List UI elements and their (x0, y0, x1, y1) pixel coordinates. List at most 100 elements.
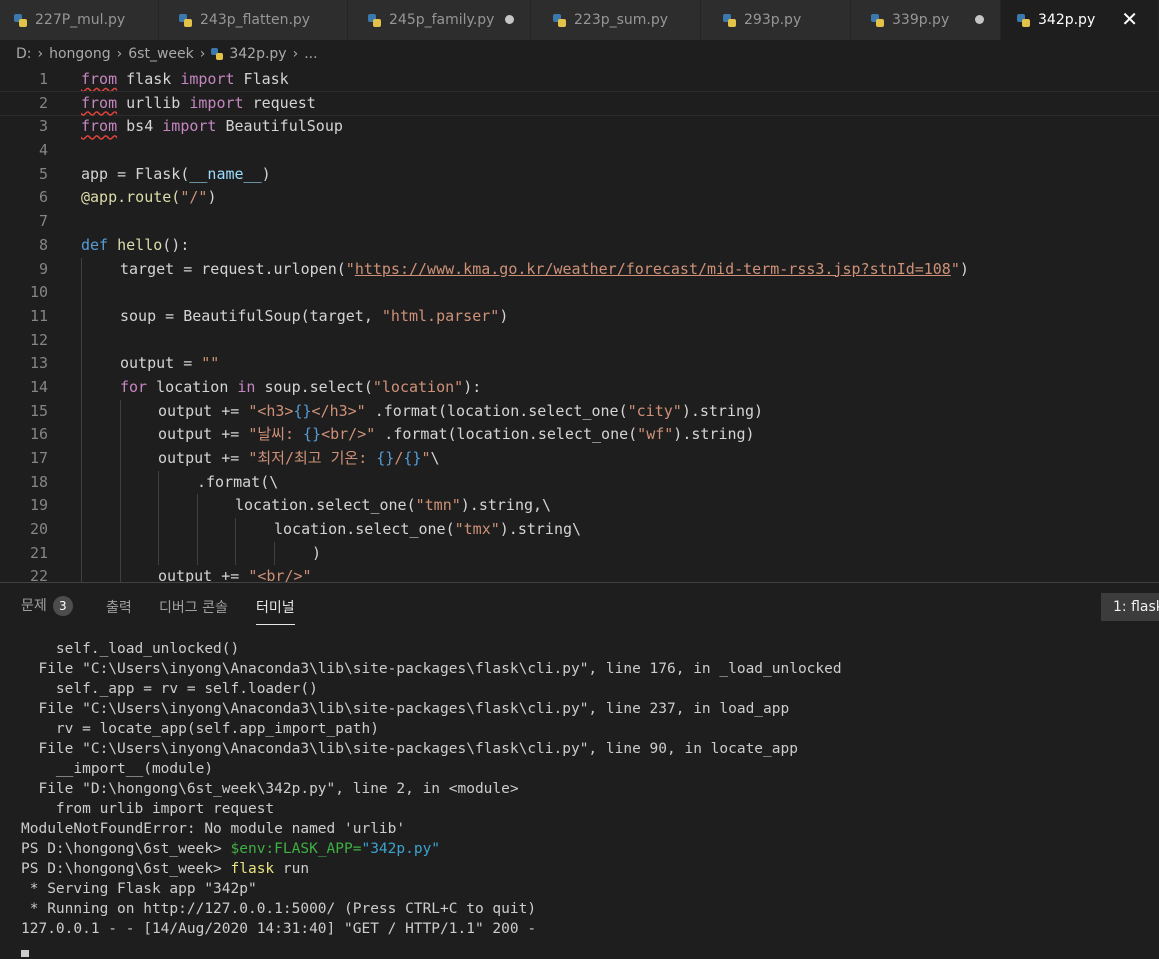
tab-label: 227P_mul.py (35, 12, 126, 28)
terminal-line: rv = locate_app(self.app_import_path) (21, 721, 379, 737)
terminal-prompt-line: PS D:\hongong\6st_week> flask run (21, 861, 310, 877)
line-number: 7 (38, 212, 48, 231)
python-file-icon (1017, 13, 1030, 27)
code-line: 13 output = "" (0, 352, 1159, 376)
terminal-line: File "C:\Users\inyong\Anaconda3\lib\site… (21, 661, 842, 677)
line-number: 9 (38, 259, 48, 278)
python-file-icon (211, 48, 224, 60)
problems-count-badge: 3 (52, 596, 73, 616)
terminal-line: File "C:\Users\inyong\Anaconda3\lib\site… (21, 741, 798, 757)
code-line: 17 output += "최저/최고 기온: {}/{}"\ (0, 447, 1159, 471)
line-number: 18 (29, 472, 48, 491)
tab-problems[interactable]: 문제 3 (21, 595, 73, 616)
code-line: 3 from bs4 import BeautifulSoup (0, 115, 1159, 139)
terminal-line: * Running on http://127.0.0.1:5000/ (Pre… (21, 901, 537, 917)
code-editor[interactable]: 1 from flask import Flask 2 from urllib im… (0, 68, 1159, 582)
chevron-right-icon: › (292, 46, 299, 62)
terminal-line: File "D:\hongong\6st_week\342p.py", line… (21, 781, 519, 797)
python-file-icon (553, 13, 566, 27)
terminal-line: 127.0.0.1 - - [14/Aug/2020 14:31:40] "GE… (21, 921, 537, 937)
code-line: 12 (0, 328, 1159, 353)
code-line: 5 app = Flask(__name__) (0, 163, 1159, 187)
tab-debug-console[interactable]: 디버그 콘솔 (159, 597, 228, 617)
breadcrumb-drive[interactable]: D: (16, 46, 32, 62)
line-number: 6 (38, 188, 48, 207)
line-number: 12 (29, 330, 48, 349)
terminal-output[interactable]: self._load_unlocked() File "C:\Users\iny… (21, 639, 842, 959)
terminal-line: File "C:\Users\inyong\Anaconda3\lib\site… (21, 701, 790, 717)
line-number: 1 (38, 70, 48, 88)
panel-tabs: 문제 3 출력 디버그 콘솔 터미널 1: flask (0, 583, 1159, 627)
code-line: 19 location.select_one("tmn").string,\ (0, 494, 1159, 519)
terminal-cursor-line (21, 939, 842, 959)
code-line: 11 soup = BeautifulSoup(target, "html.par… (0, 304, 1159, 329)
chevron-right-icon: › (199, 46, 206, 62)
tab-339p[interactable]: 339p.py (851, 0, 1001, 40)
tab-label: 293p.py (744, 12, 802, 28)
editor-tab-bar: 227P_mul.py 243p_flatten.py 245p_family.… (0, 0, 1159, 40)
line-number: 8 (38, 235, 48, 254)
code-line: 16 output += "날씨: {}<br/>" .format(locati… (0, 423, 1159, 447)
line-number: 3 (38, 117, 48, 136)
code-line: 18 .format(\ (0, 470, 1159, 495)
line-number: 21 (29, 543, 48, 562)
terminal-prompt-line: PS D:\hongong\6st_week> $env:FLASK_APP="… (21, 841, 441, 857)
breadcrumb-folder-hongong[interactable]: hongong (49, 46, 111, 62)
tab-terminal[interactable]: 터미널 (256, 597, 295, 625)
unsaved-changes-dot-icon[interactable] (975, 15, 984, 24)
tab-label: 342p.py (1038, 12, 1096, 28)
python-file-icon (871, 13, 884, 27)
code-line: 2 from urllib import request (0, 90, 1159, 117)
breadcrumb-symbols[interactable]: ... (304, 46, 317, 62)
tab-label: 223p_sum.py (574, 12, 669, 28)
breadcrumb-file[interactable]: 342p.py (229, 46, 286, 62)
tab-293p[interactable]: 293p.py (701, 0, 851, 40)
tab-227p-mul[interactable]: 227P_mul.py (0, 0, 159, 40)
code-line: 15 output += "<h3>{}</h3>" .format(locati… (0, 399, 1159, 424)
line-number: 10 (29, 283, 48, 302)
terminal-error-line: ModuleNotFoundError: No module named 'ur… (21, 821, 406, 837)
unsaved-changes-dot-icon[interactable] (505, 15, 514, 24)
tab-223p-sum[interactable]: 223p_sum.py (531, 0, 701, 40)
tab-342p[interactable]: 342p.py ✕ (1001, 0, 1159, 40)
line-number: 19 (29, 496, 48, 515)
code-line: 9 target = request.urlopen("https://www.k… (0, 257, 1159, 282)
line-number: 20 (29, 520, 48, 539)
code-line: 6 @app.route("/") (0, 186, 1159, 210)
code-line: 14 for location in soup.select("location"… (0, 375, 1159, 400)
terminal-line: self._load_unlocked() (21, 641, 240, 657)
breadcrumb-folder-6st-week[interactable]: 6st_week (128, 46, 193, 62)
line-number: 22 (29, 567, 48, 582)
terminal-cursor (21, 950, 29, 957)
tab-245p-family[interactable]: 245p_family.py (348, 0, 531, 40)
terminal-line: from urlib import request (21, 801, 275, 817)
code-line: 10 (0, 281, 1159, 305)
line-number: 5 (38, 164, 48, 183)
code-line: 22 output += "<br/>" (0, 565, 1159, 582)
python-file-icon (368, 13, 381, 27)
code-line: 1 from flask import Flask (0, 68, 1159, 92)
tab-label: 243p_flatten.py (200, 12, 311, 28)
line-number: 17 (29, 449, 48, 467)
tab-label: 245p_family.py (389, 12, 495, 28)
line-number: 15 (29, 401, 48, 420)
code-line: 21) (0, 541, 1159, 566)
line-number: 13 (29, 354, 48, 373)
line-number: 16 (29, 425, 48, 444)
line-number: 2 (38, 93, 48, 112)
breadcrumb: D: › hongong › 6st_week › 342p.py › ... (0, 40, 1159, 68)
bottom-panel: 문제 3 출력 디버그 콘솔 터미널 1: flask self._load_un… (0, 582, 1159, 957)
terminal-line: __import__(module) (21, 761, 214, 777)
line-number: 14 (29, 377, 48, 396)
chevron-right-icon: › (37, 46, 44, 62)
code-line: 4 (0, 139, 1159, 163)
tab-label: 339p.py (892, 12, 950, 28)
close-tab-icon[interactable]: ✕ (1121, 8, 1138, 30)
terminal-line: * Serving Flask app "342p" (21, 881, 257, 897)
code-line: 20 location.select_one("tmx").string\ (0, 518, 1159, 542)
line-number: 11 (29, 306, 48, 325)
tab-243p-flatten[interactable]: 243p_flatten.py (159, 0, 348, 40)
terminal-select[interactable]: 1: flask (1101, 593, 1159, 621)
chevron-right-icon: › (116, 46, 123, 62)
tab-output[interactable]: 출력 (106, 597, 132, 617)
